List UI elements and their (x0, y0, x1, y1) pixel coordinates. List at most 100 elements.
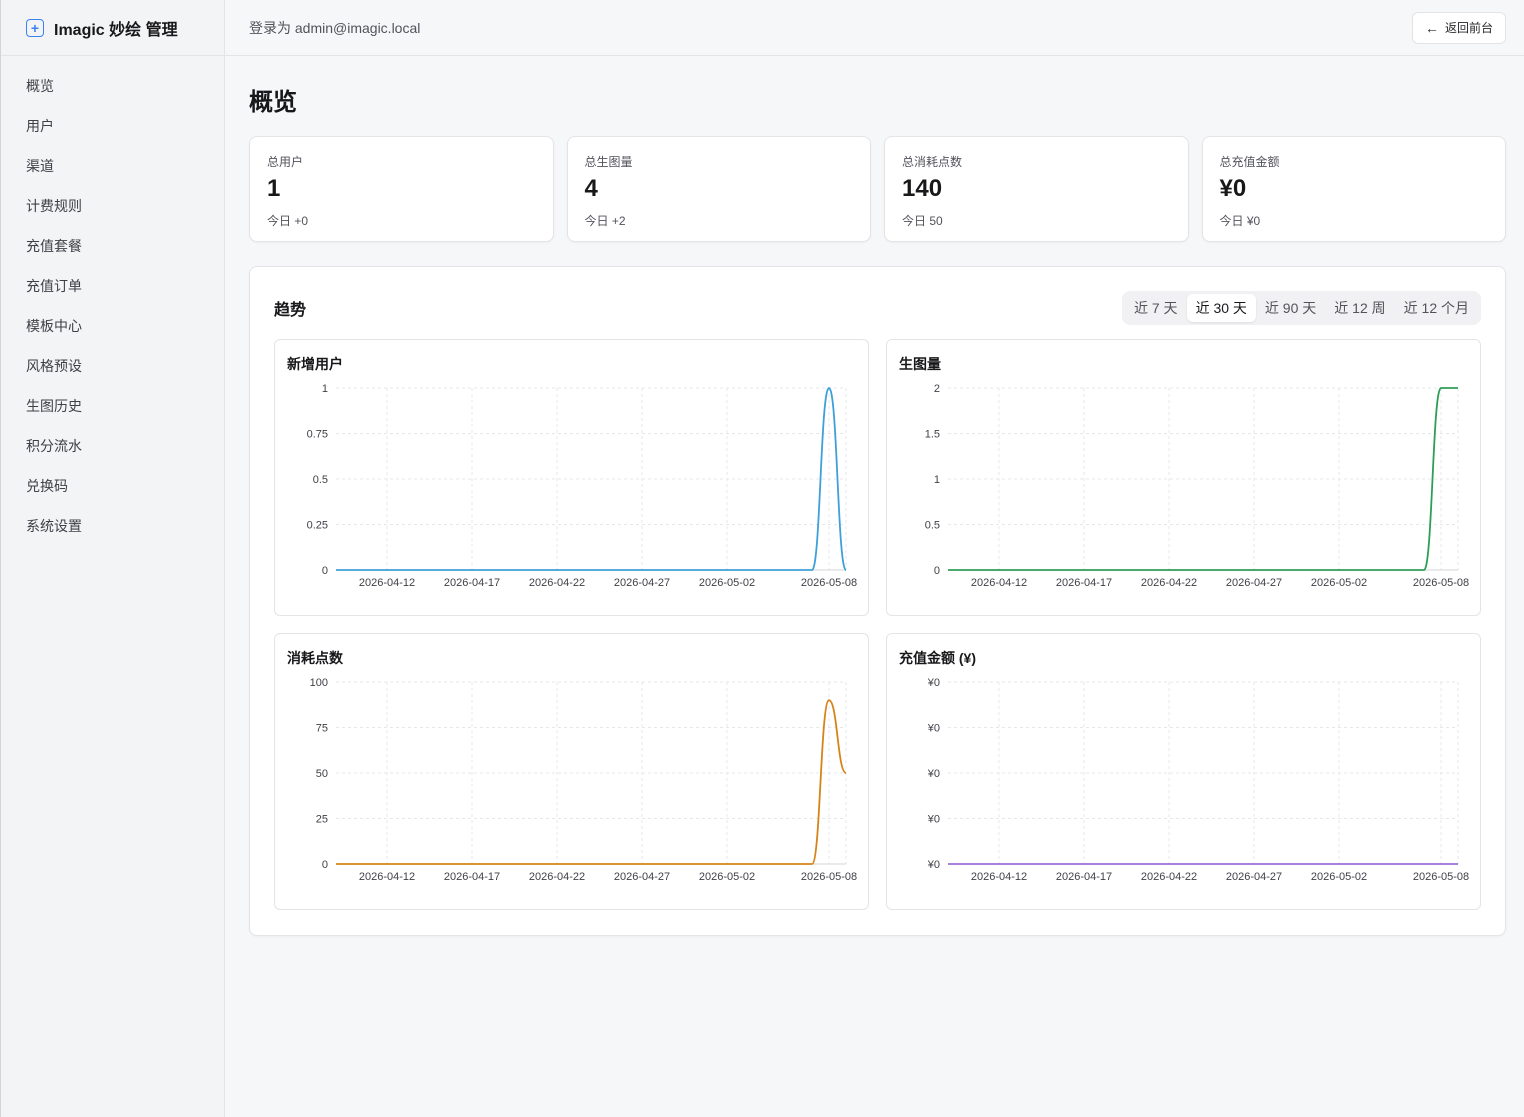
sidebar-item-templates[interactable]: 模板中心 (1, 306, 224, 346)
stat-value: 140 (902, 175, 943, 202)
x-tick-label: 2026-05-08 (801, 871, 857, 883)
y-tick-label: ¥0 (927, 723, 940, 735)
y-tick-label: 0.25 (307, 520, 328, 532)
sidebar-item-users[interactable]: 用户 (1, 106, 224, 146)
plus-square-icon: + (26, 18, 44, 37)
stat-label: 总用户 (267, 155, 304, 169)
topbar: 登录为 admin@imagic.local ← 返回前台 (225, 0, 1524, 56)
stat-label: 总消耗点数 (902, 155, 963, 169)
y-tick-label: ¥0 (927, 814, 940, 826)
stat-label: 总充值金额 (1219, 155, 1280, 169)
x-tick-label: 2026-05-02 (1311, 871, 1367, 883)
y-tick-label: 1 (934, 474, 940, 486)
range-7-days[interactable]: 近 7 天 (1125, 294, 1187, 322)
x-tick-label: 2026-04-27 (1226, 577, 1282, 589)
sidebar-item-channels[interactable]: 渠道 (1, 146, 224, 186)
y-tick-label: 2 (934, 383, 940, 395)
y-tick-label: ¥0 (927, 677, 940, 689)
x-tick-label: 2026-04-27 (614, 577, 670, 589)
sidebar-item-billing-rules[interactable]: 计费规则 (1, 186, 224, 226)
range-30-days[interactable]: 近 30 天 (1186, 294, 1256, 322)
y-tick-label: 50 (316, 768, 328, 780)
stat-sub: 今日 ¥0 (1219, 214, 1261, 228)
arrow-left-icon: ← (1424, 19, 1439, 36)
brand-name: Imagic 妙绘 管理 (54, 21, 178, 39)
stats-row: 总用户 1 今日 +0 总生图量 4 今日 +2 总消耗点数 140 今日 50… (249, 136, 1506, 242)
back-to-frontend-button[interactable]: ← 返回前台 (1411, 11, 1506, 44)
x-tick-label: 2026-05-08 (1413, 871, 1469, 883)
y-tick-label: 75 (316, 723, 328, 735)
y-tick-label: 0.5 (313, 474, 328, 486)
chart-images-generated: 生图量 0 0.5 1 1.5 2 2026-04-12 2026-04-17 2026-04… (886, 339, 1481, 616)
login-status: 登录为 admin@imagic.local (249, 19, 421, 36)
sidebar-nav: 概览 用户 渠道 计费规则 充值套餐 充值订单 模板中心 风格预设 生图历史 积… (1, 56, 224, 546)
chart-svg: 0 0.25 0.5 0.75 1 2026-04-12 2026-04-17 2026-04… (307, 383, 858, 589)
stat-card-total-users: 总用户 1 今日 +0 (249, 136, 554, 242)
trend-title: 趋势 (274, 302, 307, 319)
range-selector: 近 7 天 近 30 天 近 90 天 近 12 周 近 12 个月 (1121, 291, 1481, 325)
stat-card-total-recharge: 总充值金额 ¥0 今日 ¥0 (1201, 136, 1506, 242)
stat-sub: 今日 +0 (267, 214, 309, 228)
x-tick-label: 2026-04-17 (1056, 871, 1112, 883)
x-tick-label: 2026-04-27 (1226, 871, 1282, 883)
sidebar: + Imagic 妙绘 管理 概览 用户 渠道 计费规则 充值套餐 充值订单 模… (0, 0, 225, 1117)
page-title: 概览 (249, 89, 297, 116)
x-tick-label: 2026-04-12 (359, 577, 415, 589)
range-12-months[interactable]: 近 12 个月 (1395, 294, 1478, 322)
y-tick-label: 0.5 (925, 520, 940, 532)
series-line (335, 699, 847, 865)
x-tick-label: 2026-04-22 (1141, 577, 1197, 589)
trend-header: 趋势 近 7 天 近 30 天 近 90 天 近 12 周 近 12 个月 (274, 291, 1481, 325)
y-tick-label: 0 (322, 565, 328, 577)
x-tick-label: 2026-04-12 (971, 577, 1027, 589)
y-tick-label: 0.75 (307, 429, 328, 441)
main-content: 概览 总用户 1 今日 +0 总生图量 4 今日 +2 总消耗点数 140 今日… (249, 56, 1506, 936)
sidebar-item-style-presets[interactable]: 风格预设 (1, 346, 224, 386)
x-tick-label: 2026-05-02 (1311, 577, 1367, 589)
x-tick-label: 2026-04-27 (614, 871, 670, 883)
y-tick-label: 1 (322, 383, 328, 395)
brand[interactable]: + Imagic 妙绘 管理 (1, 0, 224, 56)
sidebar-item-recharge-plans[interactable]: 充值套餐 (1, 226, 224, 266)
stat-sub: 今日 +2 (584, 214, 626, 228)
x-tick-label: 2026-04-12 (971, 871, 1027, 883)
range-12-weeks[interactable]: 近 12 周 (1325, 294, 1394, 322)
stat-card-total-points: 总消耗点数 140 今日 50 (884, 136, 1189, 242)
sidebar-item-recharge-orders[interactable]: 充值订单 (1, 266, 224, 306)
x-tick-label: 2026-04-17 (444, 871, 500, 883)
stat-card-total-images: 总生图量 4 今日 +2 (566, 136, 871, 242)
stat-sub: 今日 50 (902, 214, 943, 228)
y-tick-label: ¥0 (927, 859, 940, 871)
chart-svg: 0 25 50 75 100 2026-04-12 2026-04-17 2026-04-22… (310, 677, 858, 883)
y-tick-label: 1.5 (925, 429, 940, 441)
stat-value: 1 (267, 175, 281, 202)
range-90-days[interactable]: 近 90 天 (1256, 294, 1325, 322)
x-tick-label: 2026-05-02 (699, 577, 755, 589)
y-tick-label: 0 (934, 565, 940, 577)
stat-value: 4 (584, 175, 598, 202)
chart-svg: ¥0 ¥0 ¥0 ¥0 ¥0 2026-04-12 2026-04-17 2026-04-22… (927, 677, 1469, 883)
chart-new-users: 新增用户 0 0.25 0.5 0.75 1 2026-04-12 2026-04-17 20… (274, 339, 869, 616)
x-tick-label: 2026-04-22 (529, 871, 585, 883)
chart-recharge-amount: 充值金额 (¥) ¥0 ¥0 ¥0 ¥0 ¥0 2026-04-12 2026-04-17 2… (886, 633, 1481, 910)
back-button-label: 返回前台 (1444, 21, 1493, 35)
trend-card: 趋势 近 7 天 近 30 天 近 90 天 近 12 周 近 12 个月 新增… (249, 266, 1506, 936)
sidebar-item-system-settings[interactable]: 系统设置 (1, 506, 224, 546)
chart-points-consumed: 消耗点数 0 25 50 75 100 2026-04-12 2026-04-17 2026-… (274, 633, 869, 910)
y-tick-label: 100 (310, 677, 328, 689)
sidebar-item-points-ledger[interactable]: 积分流水 (1, 426, 224, 466)
x-tick-label: 2026-05-08 (1413, 577, 1469, 589)
y-tick-label: ¥0 (927, 768, 940, 780)
y-tick-label: 25 (316, 814, 328, 826)
x-tick-label: 2026-04-22 (1141, 871, 1197, 883)
sidebar-item-generation-history[interactable]: 生图历史 (1, 386, 224, 426)
stat-value: ¥0 (1219, 175, 1247, 202)
x-tick-label: 2026-04-17 (1056, 577, 1112, 589)
y-tick-label: 0 (322, 859, 328, 871)
sidebar-item-overview[interactable]: 概览 (1, 66, 224, 106)
x-tick-label: 2026-04-17 (444, 577, 500, 589)
x-tick-label: 2026-05-02 (699, 871, 755, 883)
x-tick-label: 2026-04-22 (529, 577, 585, 589)
sidebar-item-redeem-codes[interactable]: 兑换码 (1, 466, 224, 506)
stat-label: 总生图量 (584, 155, 633, 169)
